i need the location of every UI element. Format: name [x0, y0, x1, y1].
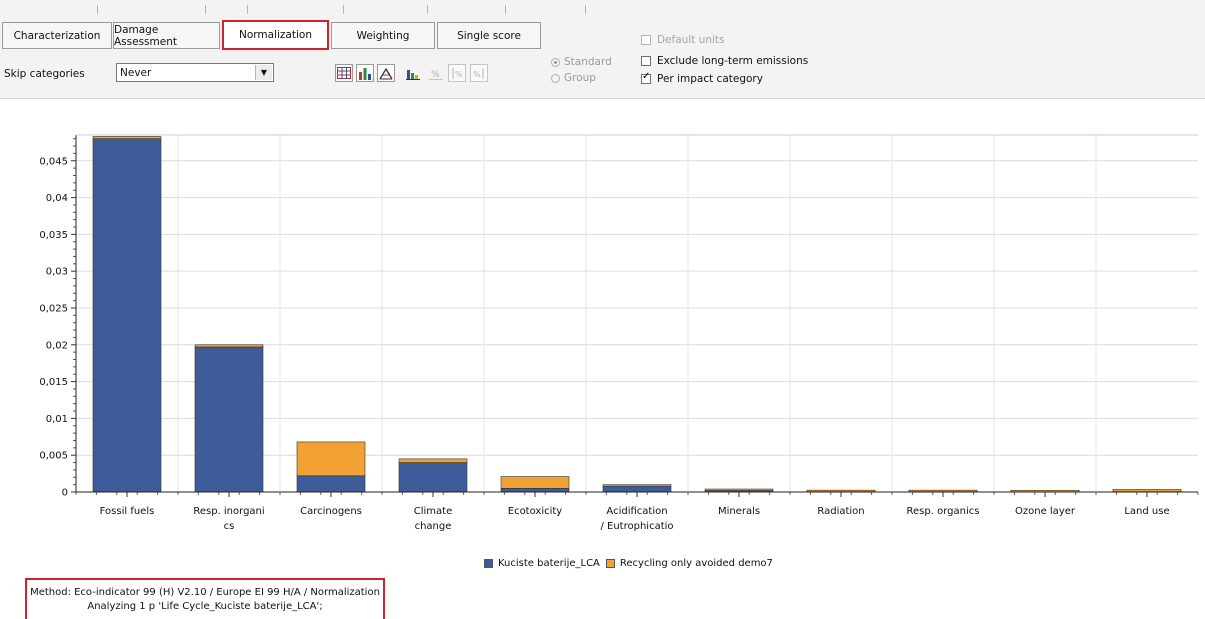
analyzing-line: Analyzing 1 p 'Life Cycle_Kuciste bateri… — [87, 601, 323, 612]
tab-label: Characterization — [13, 29, 101, 42]
y-tick-label: 0,035 — [39, 230, 68, 241]
checkbox-label: Default units — [657, 34, 725, 46]
bar-segment — [92, 136, 162, 139]
svg-text:%: % — [431, 70, 440, 80]
x-tick-label: Radiation — [817, 506, 864, 517]
legend-swatch — [484, 559, 493, 568]
svg-text:%: % — [473, 70, 481, 79]
checkbox-box — [641, 56, 651, 66]
x-tick-label: / Eutrophicatio — [600, 521, 673, 532]
checkbox-box — [641, 71, 651, 84]
tab-divider — [247, 5, 248, 14]
checkbox-box — [641, 35, 651, 45]
legend-item: Recycling only avoided demo7 — [605, 558, 773, 569]
y-tick-label: 0,02 — [46, 340, 68, 351]
top-strip — [0, 0, 1205, 14]
checkbox-label: Exclude long-term emissions — [657, 55, 809, 67]
per-impact-category-checkbox[interactable]: Per impact category — [641, 71, 763, 85]
x-tick-label: Minerals — [718, 506, 760, 517]
y-tick-label: 0,04 — [46, 193, 68, 204]
bar-segment — [296, 441, 366, 477]
radio-indicator — [551, 57, 560, 67]
radio-indicator — [551, 73, 560, 83]
x-tick-label: Carcinogens — [300, 506, 362, 517]
bar-segment — [602, 485, 672, 493]
legend-label: Recycling only avoided demo7 — [619, 558, 773, 569]
tab-divider — [343, 5, 344, 14]
x-tick-label: Ecotoxicity — [508, 506, 563, 517]
bar-segment — [194, 346, 264, 493]
y-tick-label: 0,005 — [39, 451, 68, 462]
radio-label: Standard — [564, 56, 612, 68]
bar-segment — [602, 484, 672, 487]
x-tick-label: Resp. inorgani — [193, 506, 264, 517]
tab-divider — [205, 5, 206, 14]
stacked-chart-icon[interactable] — [377, 64, 395, 82]
bar-segment — [908, 489, 978, 492]
bar-segment — [398, 462, 468, 493]
percent-icon[interactable]: % — [427, 64, 445, 82]
chevron-down-icon[interactable]: ▼ — [255, 65, 272, 80]
bar-segment — [194, 344, 264, 348]
tab-weighting[interactable]: Weighting — [331, 22, 435, 49]
tab-divider — [585, 5, 586, 14]
legend-item: Kuciste baterije_LCA — [484, 558, 600, 569]
sort-percent-asc-icon[interactable]: % — [448, 64, 466, 82]
chart-legend: Kuciste baterije_LCA Recycling only avoi… — [484, 558, 779, 569]
tab-divider — [97, 5, 98, 14]
bar-segment — [704, 488, 774, 491]
tab-normalization[interactable]: Normalization — [222, 20, 329, 50]
radio-label: Group — [564, 72, 596, 84]
radio-group[interactable]: Group — [551, 72, 596, 84]
x-tick-label: Land use — [1124, 506, 1169, 517]
y-tick-label: 0,01 — [46, 414, 68, 425]
method-info: Method: Eco-indicator 99 (H) V2.10 / Eur… — [25, 578, 385, 619]
sort-percent-desc-icon[interactable]: % — [470, 64, 488, 82]
skip-categories-value: Never — [120, 66, 152, 79]
x-tick-label: Ozone layer — [1015, 506, 1076, 517]
tab-damage-assessment[interactable]: Damage Assessment — [113, 22, 220, 49]
normalization-chart: 0 0,005 0,01 0,015 0,02 0,025 0,03 0,035 0,04 0,0… — [39, 134, 1199, 532]
method-line: Method: Eco-indicator 99 (H) V2.10 / Eur… — [30, 587, 380, 598]
tab-single-score[interactable]: Single score — [437, 22, 541, 49]
x-tick-label: Acidification — [606, 506, 667, 517]
svg-text:%: % — [455, 70, 463, 79]
skip-categories-label: Skip categories — [4, 68, 85, 80]
bar-segment — [296, 475, 366, 493]
radio-standard[interactable]: Standard — [551, 56, 612, 68]
y-tick-label: 0,025 — [39, 303, 68, 314]
x-tick-label: Fossil fuels — [100, 506, 155, 517]
bar-segment — [500, 476, 570, 489]
table-view-icon[interactable] — [335, 64, 353, 82]
legend-label: Kuciste baterije_LCA — [498, 558, 600, 569]
legend-swatch — [605, 559, 615, 568]
y-tick-label: 0,045 — [39, 156, 68, 167]
tab-characterization[interactable]: Characterization — [2, 22, 112, 49]
x-tick-label: Climate — [414, 506, 452, 517]
bar-segment — [398, 458, 468, 463]
tab-label: Single score — [457, 29, 521, 42]
x-tick-label: change — [415, 521, 452, 532]
x-tick-label: Resp. organics — [907, 506, 980, 517]
bar-segment — [500, 488, 570, 493]
tab-divider — [427, 5, 428, 14]
tab-divider — [505, 5, 506, 14]
skip-categories-select[interactable]: Never ▼ — [116, 63, 274, 82]
exclude-long-term-emissions-checkbox[interactable]: Exclude long-term emissions — [641, 55, 808, 67]
y-tick-label: 0,015 — [39, 377, 68, 388]
y-tick-label: 0 — [62, 488, 68, 499]
x-tick-label: cs — [224, 521, 235, 532]
analysis-toolbar: Characterization Damage Assessment Norma… — [0, 14, 1205, 99]
tab-label: Normalization — [239, 29, 312, 41]
y-tick-label: 0,03 — [46, 267, 68, 278]
grouped-bar-icon[interactable] — [404, 64, 422, 82]
checkbox-label: Per impact category — [657, 73, 763, 85]
default-units-checkbox[interactable]: Default units — [641, 34, 725, 46]
bar-segment — [92, 138, 162, 493]
bar-segment — [806, 489, 876, 492]
bar-segment — [1112, 489, 1182, 492]
tab-label: Weighting — [356, 29, 410, 42]
bar-chart-icon[interactable] — [356, 64, 374, 82]
tab-label: Damage Assessment — [114, 23, 177, 48]
